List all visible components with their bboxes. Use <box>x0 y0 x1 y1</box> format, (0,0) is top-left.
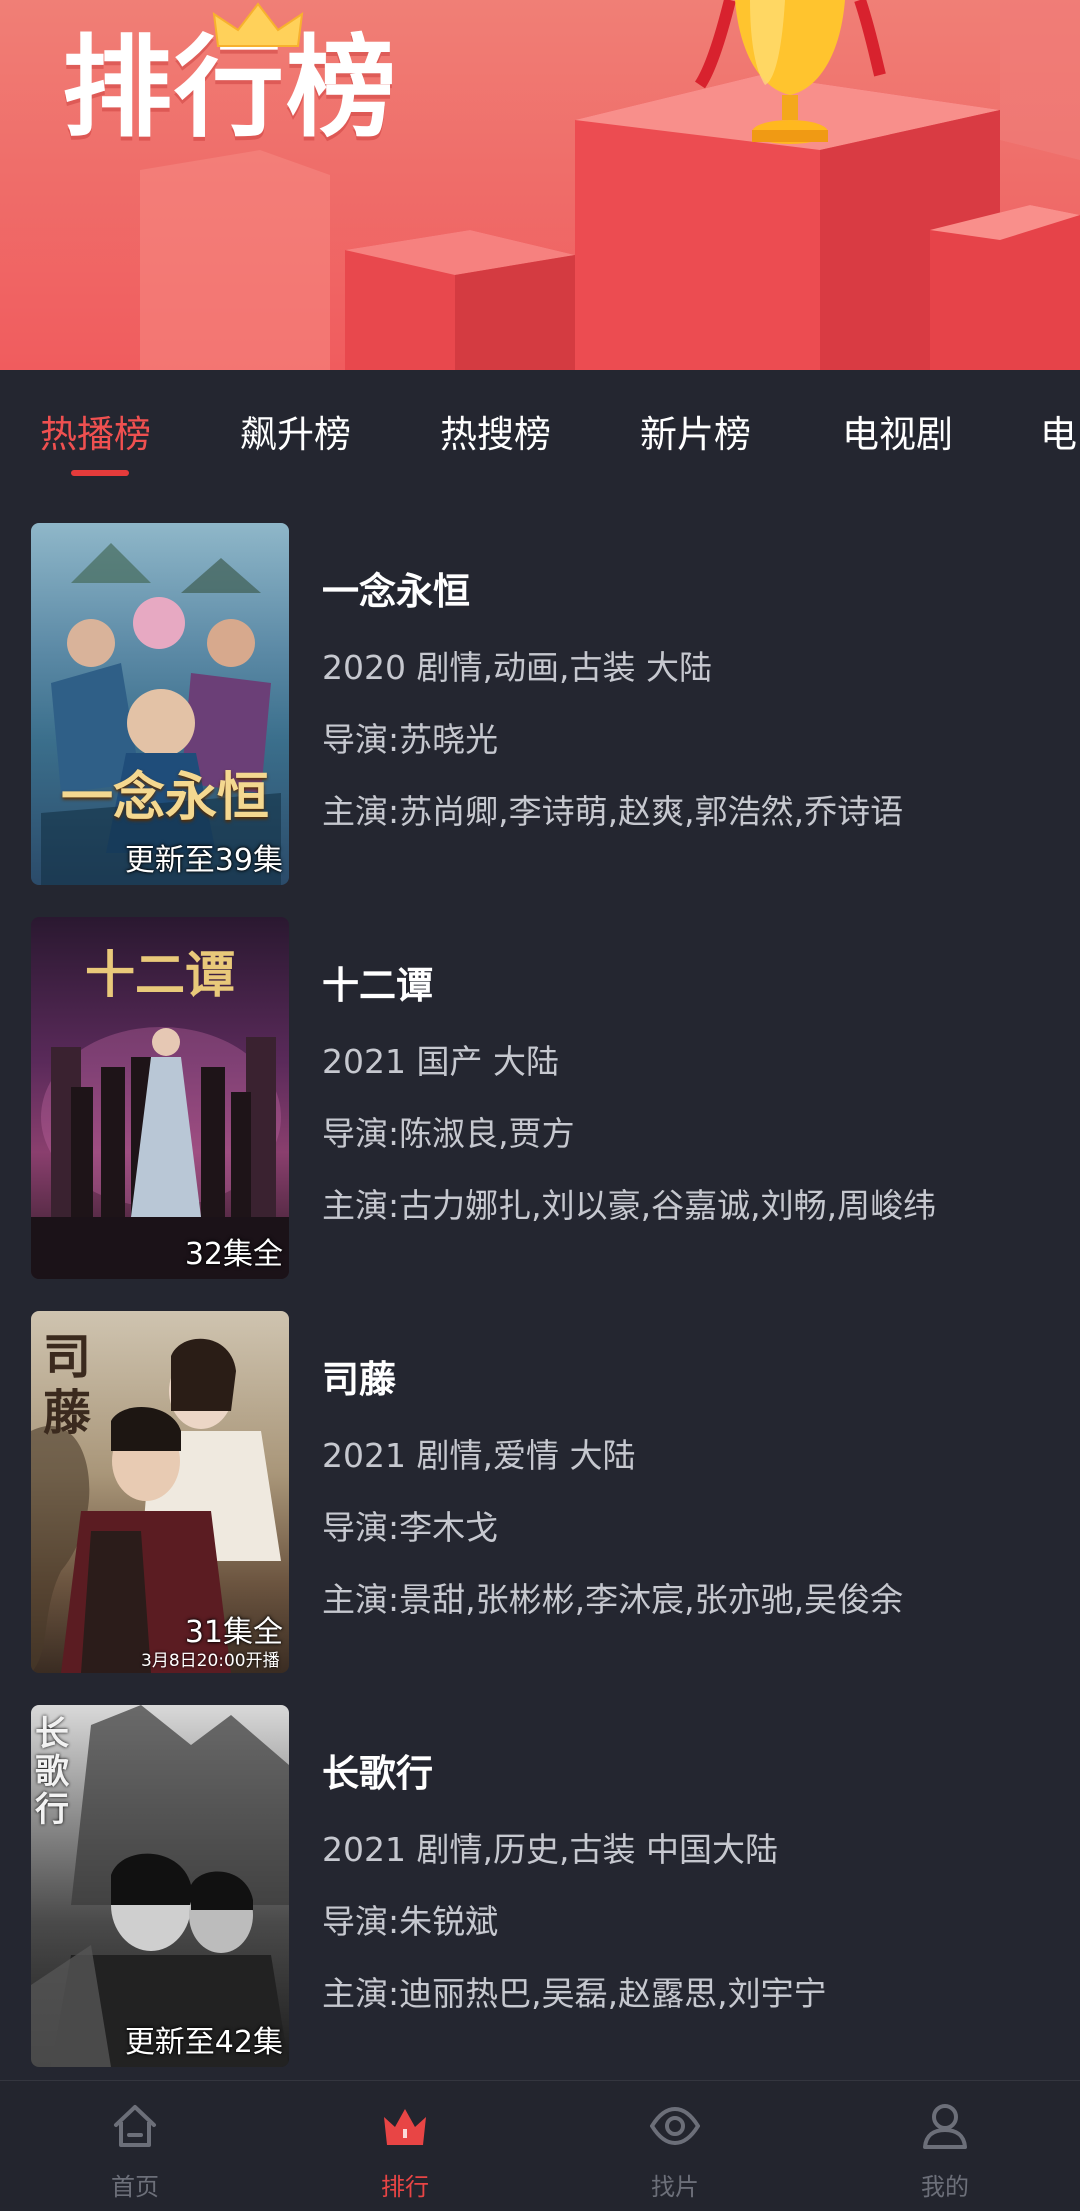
tab-new-release[interactable]: 新片榜 <box>640 410 751 460</box>
nav-profile-label: 我的 <box>921 2173 969 2201</box>
poster-image[interactable]: 司藤 31集全 3月8日20:00开播 <box>31 1311 289 1673</box>
nav-ranking[interactable]: 排行 <box>270 2081 540 2211</box>
nav-home-label: 首页 <box>111 2173 159 2201</box>
tab-tv-series[interactable]: 电视剧 <box>842 410 953 460</box>
trophy-icon <box>694 0 886 144</box>
item-meta: 2021 国产 大陆 <box>322 1042 559 1081</box>
item-title[interactable]: 十二谭 <box>322 955 433 1009</box>
nav-discover-label: 找片 <box>651 2173 699 2201</box>
poster-air-date: 3月8日20:00开播 <box>141 1651 280 1671</box>
item-cast: 主演:迪丽热巴,吴磊,赵露思,刘宇宁 <box>322 1974 827 2013</box>
item-director: 导演:李木戈 <box>322 1508 499 1547</box>
poster-title-art: 长歌行 <box>35 1714 69 1830</box>
item-title[interactable]: 长歌行 <box>322 1743 433 1797</box>
item-director: 导演:朱锐斌 <box>322 1902 499 1941</box>
user-icon <box>923 2104 967 2149</box>
tab-hot-search[interactable]: 热搜榜 <box>440 410 551 460</box>
tab-hot-play[interactable]: 热播榜 <box>40 410 151 460</box>
item-title[interactable]: 一念永恒 <box>322 561 470 615</box>
ranking-banner: 排行榜 <box>0 0 1080 370</box>
list-item[interactable]: 一念永恒 更新至39集 一念永恒 2020 剧情,动画,古装 大陆 导演:苏晓光… <box>0 523 1080 893</box>
poster-title-art: 十二谭 <box>85 945 235 1004</box>
list-item[interactable]: 十二谭 32集全 十二谭 2021 国产 大陆 导演:陈淑良,贾方 主演:古力娜… <box>0 917 1080 1287</box>
nav-home[interactable]: 首页 <box>0 2081 270 2211</box>
tab-rising[interactable]: 飙升榜 <box>240 410 351 460</box>
episode-badge: 更新至39集 <box>124 843 283 878</box>
poster-image[interactable]: 长歌行 更新至42集 <box>31 1705 289 2067</box>
poster-image[interactable]: 一念永恒 更新至39集 <box>31 523 289 885</box>
item-director: 导演:苏晓光 <box>322 720 499 759</box>
tab-movie-partial[interactable]: 电 <box>1040 410 1077 460</box>
eye-icon <box>650 2106 700 2146</box>
home-icon <box>114 2105 156 2147</box>
episode-badge: 31集全 <box>184 1615 283 1650</box>
list-item[interactable]: 长歌行 更新至42集 长歌行 2021 剧情,历史,古装 中国大陆 导演:朱锐斌… <box>0 1705 1080 2075</box>
list-item[interactable]: 司藤 31集全 3月8日20:00开播 司藤 2021 剧情,爱情 大陆 导演:… <box>0 1311 1080 1681</box>
nav-discover[interactable]: 找片 <box>540 2081 810 2211</box>
ranking-tabs: 热播榜 飙升榜 热搜榜 新片榜 电视剧 电 <box>0 370 1080 500</box>
poster-title-art: 司藤 <box>43 1329 92 1441</box>
item-director: 导演:陈淑良,贾方 <box>322 1114 575 1153</box>
episode-badge: 32集全 <box>184 1237 283 1272</box>
poster-image[interactable]: 十二谭 32集全 <box>31 917 289 1279</box>
item-cast: 主演:景甜,张彬彬,李沐宸,张亦驰,吴俊余 <box>322 1580 904 1619</box>
item-meta: 2021 剧情,爱情 大陆 <box>322 1436 636 1475</box>
nav-ranking-label: 排行 <box>381 2173 429 2201</box>
item-meta: 2020 剧情,动画,古装 大陆 <box>322 648 712 687</box>
crown-icon <box>212 2 304 47</box>
item-cast: 主演:苏尚卿,李诗萌,赵爽,郭浩然,乔诗语 <box>322 792 904 831</box>
nav-profile[interactable]: 我的 <box>810 2081 1080 2211</box>
item-cast: 主演:古力娜扎,刘以豪,谷嘉诚,刘畅,周峻纬 <box>322 1186 937 1225</box>
bottom-navigation: 首页 排行 找片 我的 <box>0 2080 1080 2211</box>
poster-title-art: 一念永恒 <box>61 767 270 828</box>
item-meta: 2021 剧情,历史,古装 中国大陆 <box>322 1830 778 1869</box>
crown-icon <box>384 2109 426 2145</box>
active-tab-indicator <box>71 470 129 476</box>
episode-badge: 更新至42集 <box>124 2025 283 2060</box>
item-title[interactable]: 司藤 <box>322 1349 396 1403</box>
